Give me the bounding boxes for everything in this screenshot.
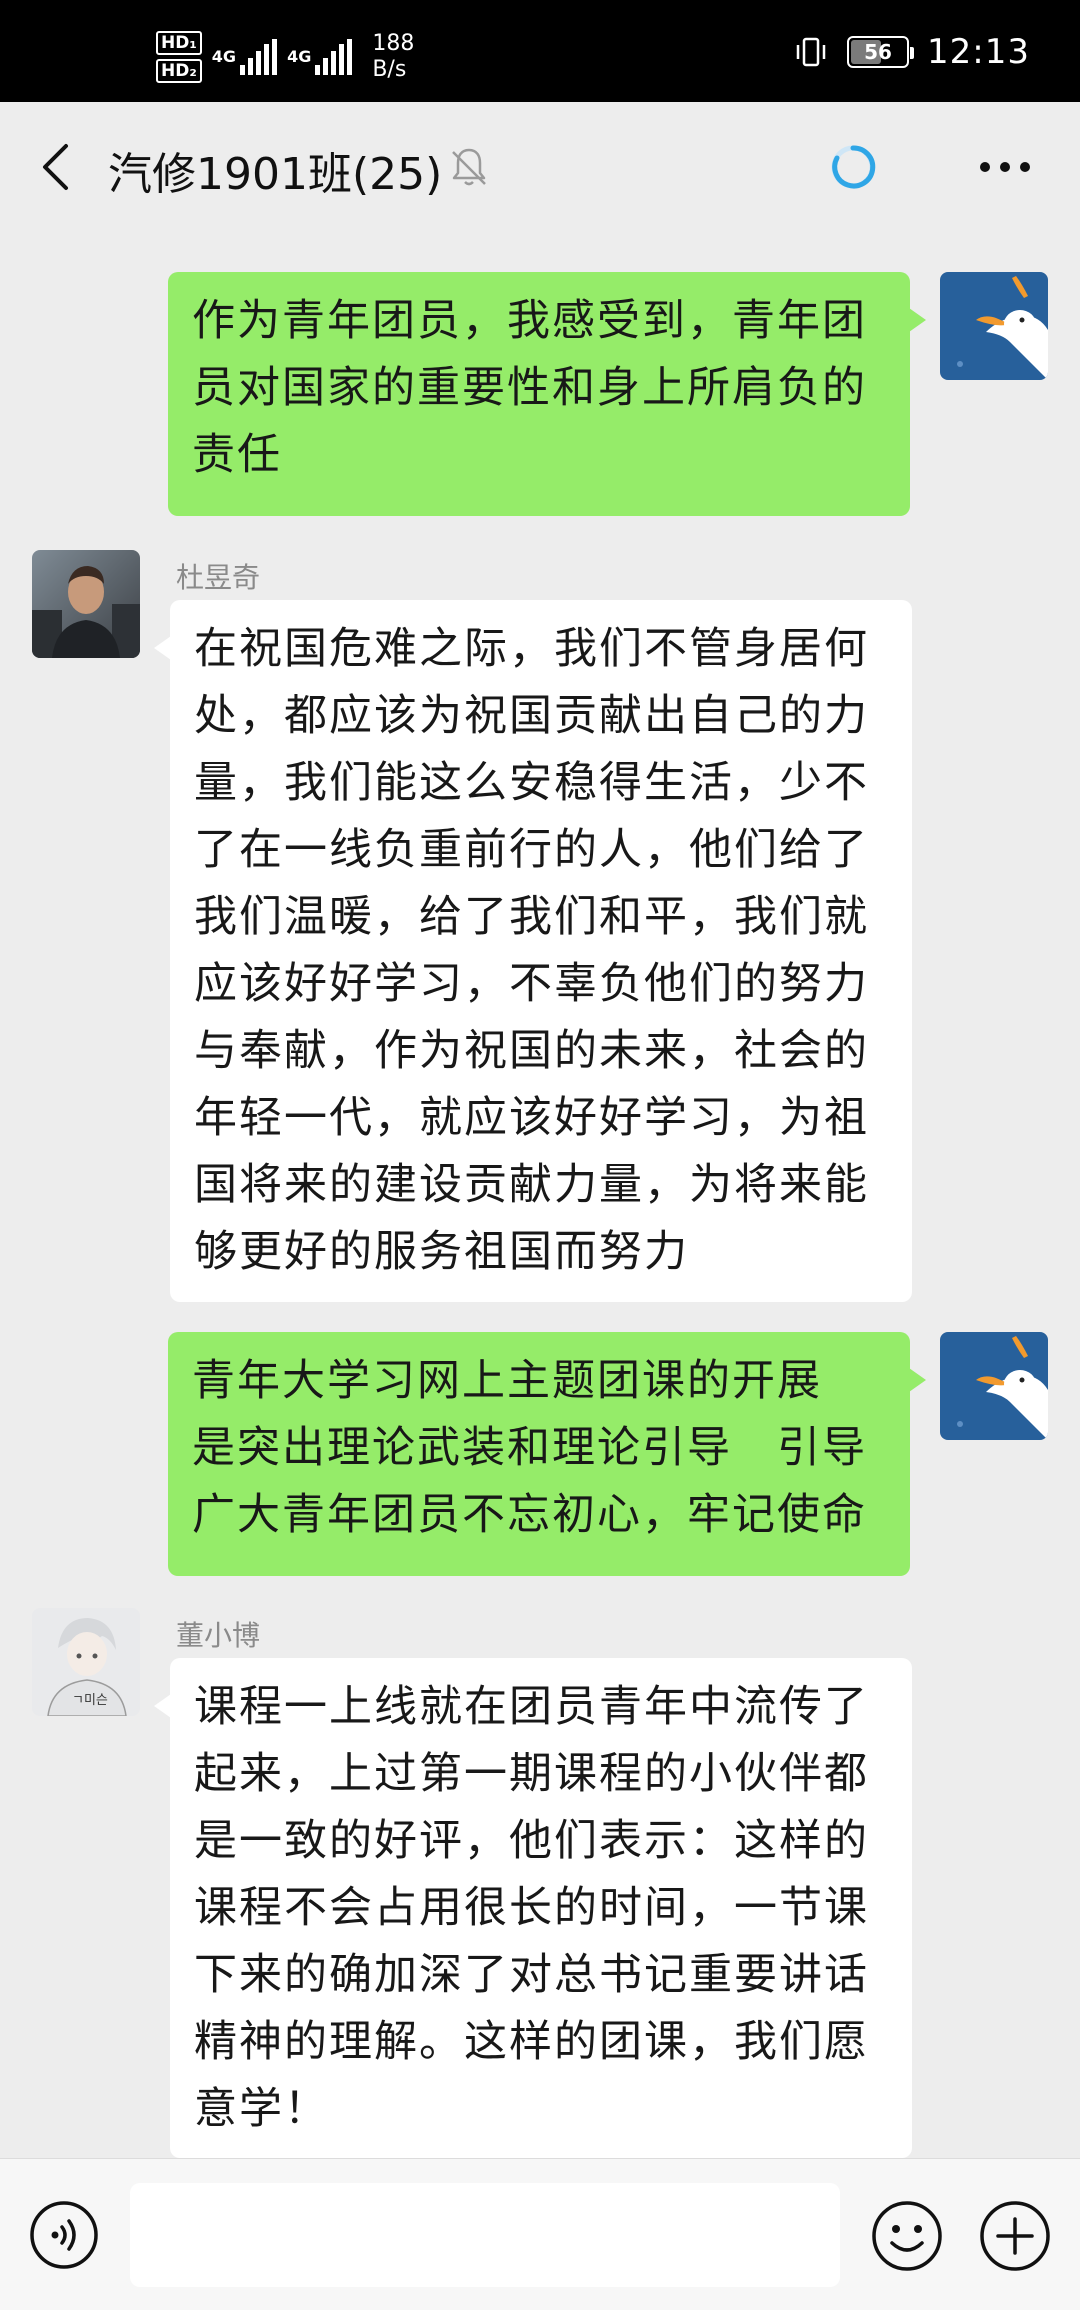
voice-icon[interactable] (28, 2199, 100, 2271)
more-button[interactable] (970, 142, 1040, 192)
message-line: 了在一线负重前行的人，他们给了 (194, 825, 869, 875)
message-line: 起来，上过第一期课程的小伙伴都 (194, 1749, 869, 1799)
status-right: 56 12:13 (793, 32, 1030, 72)
message-line: 在祝国危难之际，我们不管身居何 (194, 624, 869, 674)
message-line: 是突出理论武装和理论引导 引导 (192, 1423, 867, 1473)
signal-bars-icon (315, 39, 353, 75)
network-speed-unit: B/s (372, 57, 407, 82)
chevron-left-icon (43, 144, 68, 190)
message-line: 是一致的好评，他们表示：这样的 (194, 1816, 869, 1866)
message-line: 课程一上线就在团员青年中流传了 (194, 1682, 869, 1732)
network-type-1: 4G (211, 47, 237, 66)
status-bar: HD₁ HD₂ 4G 4G 188 B/s 56 12:13 (0, 0, 1080, 102)
message-line: 责任 (192, 430, 282, 480)
loading-spinner-icon (831, 145, 876, 189)
message-line: 意学！ (194, 2084, 329, 2134)
message-line: 我们温暖，给了我们和平，我们就 (194, 892, 869, 942)
duck-avatar[interactable] (940, 1332, 1048, 1440)
signal-bars-icon (240, 39, 278, 75)
message-line: 下来的确加深了对总书记重要讲话 (194, 1950, 869, 2000)
more-dots-icon (980, 162, 1030, 172)
message-bubble-other[interactable]: 课程一上线就在团员青年中流传了 起来，上过第一期课程的小伙伴都 是一致的好评，他… (154, 1658, 912, 2158)
message-input-bar (0, 2158, 1080, 2310)
message-input[interactable] (130, 2183, 840, 2287)
hd-indicator-1: HD₁ (156, 31, 202, 55)
message-item: 杜昱奇 在祝国危难之际，我们不管身居何 处，都应该为祝国贡献出自己的力 量，我们… (0, 550, 1080, 1302)
message-line: 精神的理解。这样的团课，我们愿 (194, 2017, 869, 2067)
message-line: 量，我们能这么安稳得生活，少不 (194, 758, 869, 808)
emoji-icon[interactable] (870, 2199, 944, 2273)
clock: 12:13 (927, 32, 1030, 72)
status-left: HD₁ HD₂ 4G 4G 188 B/s (156, 26, 414, 88)
message-line: 国将来的建设贡献力量，为将来能 (194, 1160, 869, 1210)
message-line: 课程不会占用很长的时间，一节课 (194, 1883, 869, 1933)
message-line: 广大青年团员不忘初心，牢记使命 (192, 1490, 867, 1540)
sender-name: 董小博 (176, 1619, 261, 1652)
message-line: 作为青年团员，我感受到，青年团 (192, 296, 867, 346)
duck-avatar[interactable] (940, 272, 1048, 380)
battery-icon: 56 (847, 36, 915, 68)
message-bubble-self[interactable]: 作为青年团员，我感受到，青年团 员对国家的重要性和身上所肩负的 责任 (168, 272, 926, 516)
message-bubble-other[interactable]: 在祝国危难之际，我们不管身居何 处，都应该为祝国贡献出自己的力 量，我们能这么安… (154, 600, 912, 1302)
hd-indicators: HD₁ HD₂ (156, 31, 202, 83)
message-item: 青年大学习网上主题团课的开展 是突出理论武装和理论引导 引导 广大青年团员不忘初… (0, 1332, 1080, 1576)
chat-message-list[interactable]: 作为青年团员，我感受到，青年团 员对国家的重要性和身上所肩负的 责任 杜昱奇 在… (0, 232, 1080, 2158)
chat-header: 汽修1901班(25) (0, 102, 1080, 232)
network-type-2: 4G (287, 47, 312, 66)
message-item: 作为青年团员，我感受到，青年团 员对国家的重要性和身上所肩负的 责任 (0, 272, 1080, 516)
man-portrait-avatar[interactable] (32, 550, 140, 658)
plus-icon[interactable] (978, 2199, 1052, 2273)
chat-title: 汽修1901班(25) (108, 149, 443, 200)
message-line: 年轻一代，就应该好好学习，为祖 (194, 1093, 869, 1143)
back-button[interactable] (30, 134, 80, 200)
anime-boy-avatar[interactable]: ㄱ미슨 (32, 1608, 140, 1716)
message-item: ㄱ미슨 董小博 课程一上线就在团员青年中流传了 起来，上过第一期课程的小伙伴都 … (0, 1608, 1080, 2158)
signal-2: 4G (287, 39, 353, 75)
network-speed: 188 B/s (372, 31, 414, 83)
svg-text:ㄱ미슨: ㄱ미슨 (72, 1693, 108, 1708)
network-speed-value: 188 (372, 31, 415, 56)
bell-off-icon (452, 148, 486, 186)
message-line: 员对国家的重要性和身上所肩负的 (192, 363, 867, 413)
message-line: 处，都应该为祝国贡献出自己的力 (194, 691, 869, 741)
message-line: 应该好好学习，不辜负他们的努力 (194, 959, 869, 1009)
message-bubble-self[interactable]: 青年大学习网上主题团课的开展 是突出理论武装和理论引导 引导 广大青年团员不忘初… (168, 1332, 926, 1576)
message-line: 够更好的服务祖国而努力 (194, 1227, 689, 1277)
hd-indicator-2: HD₂ (156, 59, 202, 83)
signal-1: 4G (211, 39, 278, 75)
battery-percent: 56 (864, 40, 892, 64)
message-line: 与奉献，作为祝国的未来，社会的 (194, 1026, 869, 1076)
vibrate-icon (796, 37, 826, 67)
sender-name: 杜昱奇 (176, 561, 261, 594)
message-line: 青年大学习网上主题团课的开展 (192, 1356, 822, 1406)
